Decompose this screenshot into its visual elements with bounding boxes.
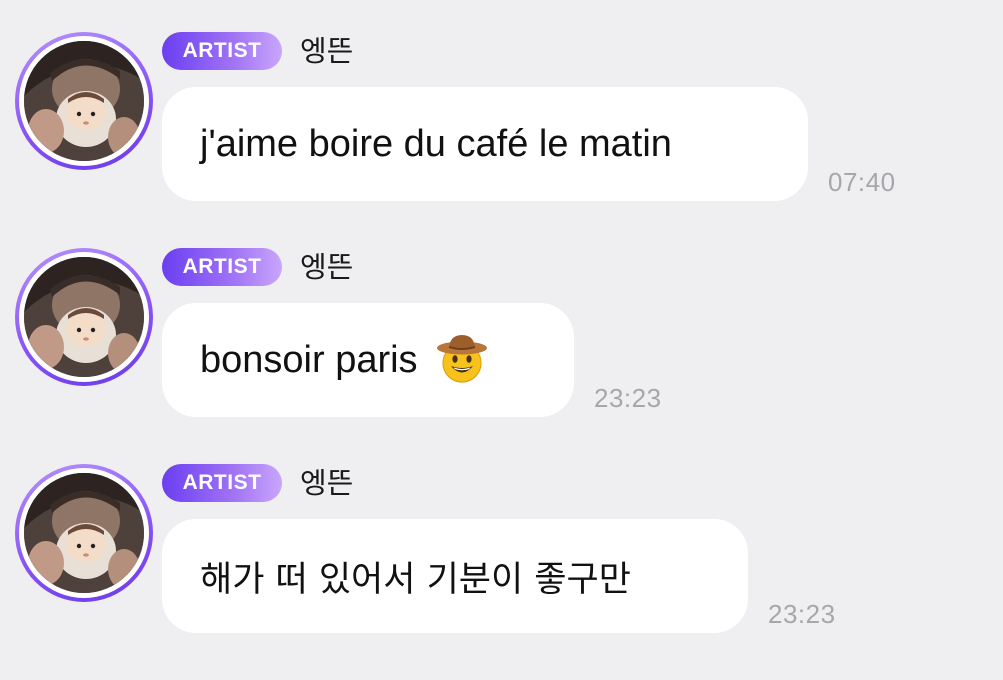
message-timestamp: 07:40 — [828, 167, 896, 197]
artist-badge: ARTIST — [162, 32, 282, 70]
message-timestamp: 23:23 — [594, 383, 662, 413]
avatar-photo — [24, 473, 144, 593]
sender-name[interactable]: 엥뜬 — [300, 465, 353, 501]
avatar[interactable] — [15, 32, 153, 170]
artist-badge: ARTIST — [162, 248, 282, 286]
avatar[interactable] — [15, 248, 153, 386]
avatar-photo — [24, 257, 144, 377]
cowboy-hat-face-icon — [436, 332, 488, 389]
sender-name[interactable]: 엥뜬 — [300, 249, 353, 285]
artist-badge: ARTIST — [162, 464, 282, 502]
message-bubble[interactable]: bonsoir paris — [162, 303, 574, 417]
message-timestamp: 23:23 — [768, 599, 836, 629]
sender-name[interactable]: 엥뜬 — [300, 33, 353, 69]
avatar[interactable] — [15, 464, 153, 602]
avatar-photo — [24, 41, 144, 161]
message-text: 해가 떠 있어서 기분이 좋구만 — [200, 559, 631, 600]
message-bubble[interactable]: 해가 떠 있어서 기분이 좋구만 — [162, 519, 748, 633]
chat-message: ARTIST 엥뜬 j'aime boire du café le matin … — [0, 32, 1003, 248]
chat-message: ARTIST 엥뜬 해가 떠 있어서 기분이 좋구만 23:23 — [0, 464, 1003, 680]
message-text: bonsoir paris — [200, 338, 418, 381]
message-text: j'aime boire du café le matin — [200, 122, 672, 165]
message-bubble[interactable]: j'aime boire du café le matin — [162, 87, 808, 201]
chat-message: ARTIST 엥뜬 bonsoir paris 23:23 — [0, 248, 1003, 464]
